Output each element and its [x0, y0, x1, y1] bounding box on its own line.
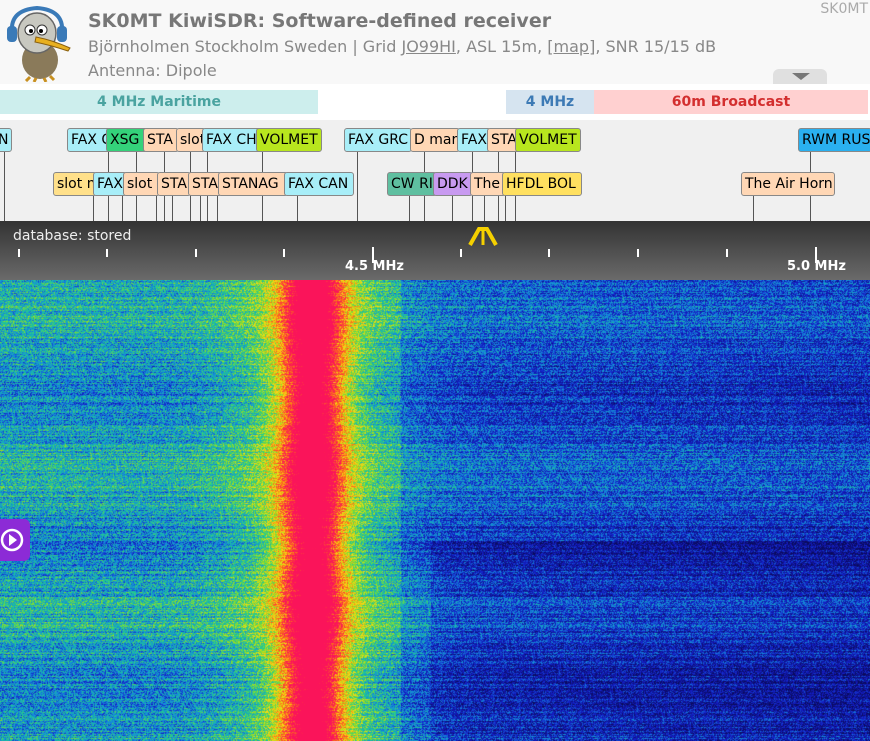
snr-text: , SNR 15/15 dB: [595, 37, 717, 56]
frequency-label-5-0: 5.0 MHz: [787, 259, 846, 274]
frequency-label-4-5: 4.5 MHz: [345, 259, 404, 274]
station-label[interactable]: XSG: [106, 128, 148, 152]
play-audio-button[interactable]: [0, 519, 30, 561]
location-line: Björnholmen Stockholm Sweden | Grid JO99…: [88, 37, 716, 56]
antenna-info: Antenna: Dipole: [88, 61, 217, 80]
page-title: SK0MT KiwiSDR: Software-defined receiver: [88, 10, 552, 32]
station-label[interactable]: VOLMET: [256, 128, 322, 152]
map-link[interactable]: [map]: [547, 37, 595, 56]
kiwi-bird-logo-icon[interactable]: [4, 2, 76, 82]
station-label[interactable]: slot: [123, 172, 160, 196]
station-label[interactable]: DDK: [433, 172, 473, 196]
location-text: Björnholmen Stockholm Sweden | Grid: [88, 37, 402, 56]
station-label[interactable]: RWM RUS: [798, 128, 870, 152]
database-status: database: stored: [13, 228, 132, 244]
passband-marker-icon[interactable]: [466, 226, 500, 246]
grid-locator-link[interactable]: JO99HI: [401, 37, 455, 56]
station-label[interactable]: The Air Horn: [741, 172, 835, 196]
station-label[interactable]: STANAG: [218, 172, 288, 196]
station-label[interactable]: FAX GRC: [344, 128, 412, 152]
station-label[interactable]: STA: [188, 172, 222, 196]
station-label[interactable]: STA: [157, 172, 191, 196]
play-icon: [0, 528, 24, 552]
receiver-header: SK0MT KiwiSDR: Software-defined receiver…: [0, 0, 870, 84]
station-labels-area: N FAX C XSG STA slot FAX CH VOLMET FAX G…: [0, 120, 870, 221]
collapse-header-button[interactable]: [773, 69, 827, 84]
band-4mhz[interactable]: 4 MHz: [506, 90, 594, 114]
station-label[interactable]: STA: [143, 128, 179, 152]
station-label[interactable]: D mar: [410, 128, 460, 152]
station-label[interactable]: The: [470, 172, 506, 196]
station-label[interactable]: CW RI: [387, 172, 437, 196]
station-label[interactable]: slot m: [53, 172, 97, 196]
waterfall-display[interactable]: [0, 280, 870, 741]
station-label[interactable]: FAX: [93, 172, 127, 196]
station-label[interactable]: FAX CH: [202, 128, 262, 152]
station-label[interactable]: FAX CAN: [284, 172, 354, 196]
station-label[interactable]: HFDL BOL: [502, 172, 582, 196]
band-bar: 4 MHz Maritime 4 MHz 60m Broadcast: [0, 84, 870, 120]
frequency-scale[interactable]: database: stored 4.5 MHz 5.0 MHz: [0, 221, 870, 280]
station-label[interactable]: N: [0, 128, 12, 152]
station-label[interactable]: FAX: [457, 128, 491, 152]
band-60m-broadcast[interactable]: 60m Broadcast: [594, 90, 868, 114]
station-label[interactable]: VOLMET: [515, 128, 581, 152]
asl-text: , ASL 15m,: [455, 37, 548, 56]
station-label[interactable]: FAX C: [67, 128, 111, 152]
callsign-corner: SK0MT: [820, 1, 868, 17]
band-4mhz-maritime[interactable]: 4 MHz Maritime: [0, 90, 318, 114]
